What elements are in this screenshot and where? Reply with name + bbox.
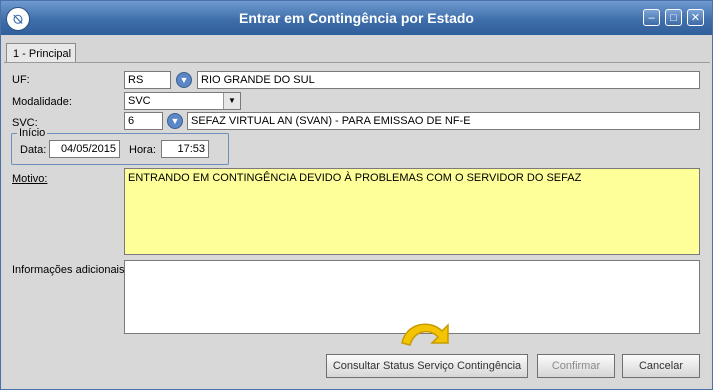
maximize-button[interactable]: □ <box>665 9 682 26</box>
uf-lookup-icon[interactable]: ▼ <box>176 72 192 88</box>
modalidade-value: SVC <box>128 95 151 107</box>
chevron-down-icon[interactable]: ▼ <box>223 93 240 109</box>
minimize-button[interactable]: – <box>643 9 660 26</box>
data-label: Data: <box>20 144 47 156</box>
motivo-label: Motivo: <box>12 173 48 185</box>
inicio-label: Início <box>17 127 48 139</box>
modalidade-select[interactable]: SVC ▼ <box>124 92 241 110</box>
tab-principal[interactable]: 1 - Principal <box>6 43 76 63</box>
time-input[interactable]: 17:53 <box>161 140 209 158</box>
uf-name-field: RIO GRANDE DO SUL <box>197 71 700 89</box>
window-title: Entrar em Contingência por Estado <box>239 10 474 26</box>
title-bar[interactable]: ⍉ Entrar em Contingência por Estado – □ … <box>1 1 712 35</box>
confirmar-button[interactable]: Confirmar <box>537 354 615 378</box>
uf-label: UF: <box>12 74 30 86</box>
modalidade-label: Modalidade: <box>12 96 72 108</box>
hora-label: Hora: <box>129 144 156 156</box>
info-label: Informações adicionais: <box>12 264 128 276</box>
pointer-arrow-icon <box>401 323 449 346</box>
motivo-textarea[interactable]: ENTRANDO EM CONTINGÊNCIA DEVIDO À PROBLE… <box>124 168 700 255</box>
uf-code-input[interactable]: RS <box>124 71 171 89</box>
svc-code-input[interactable]: 6 <box>124 112 163 130</box>
svc-desc-field: SEFAZ VIRTUAL AN (SVAN) - PARA EMISSAO D… <box>187 112 700 130</box>
consultar-status-button[interactable]: Consultar Status Serviço Contingência <box>326 354 528 378</box>
cancelar-button[interactable]: Cancelar <box>622 354 700 378</box>
contingency-window: ⍉ Entrar em Contingência por Estado – □ … <box>0 0 713 390</box>
close-button[interactable]: ✕ <box>687 9 704 26</box>
date-input[interactable]: 04/05/2015 <box>49 140 120 158</box>
svc-lookup-icon[interactable]: ▼ <box>167 113 183 129</box>
